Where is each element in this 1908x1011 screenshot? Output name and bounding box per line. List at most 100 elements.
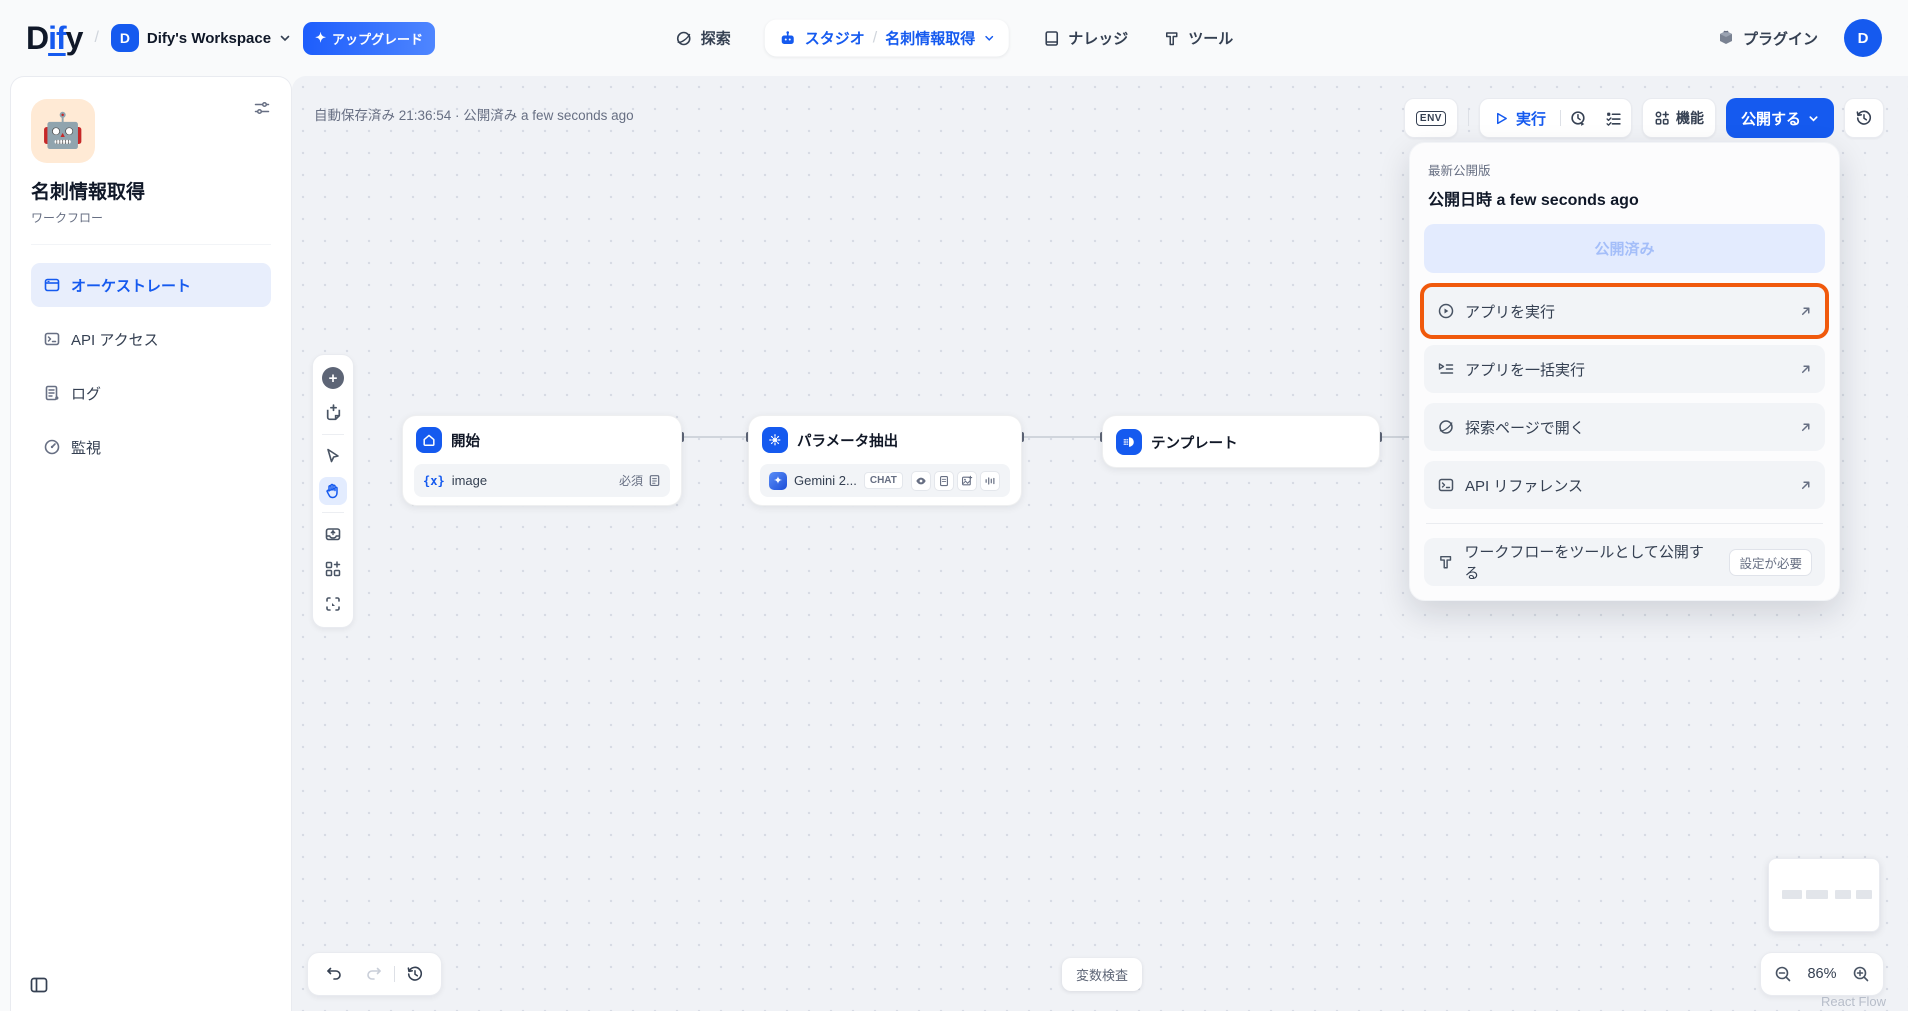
document-icon [934,471,954,491]
zoom-in-button[interactable] [1852,965,1870,983]
terminal-icon [43,330,61,348]
checklist-icon[interactable] [1596,99,1631,137]
file-list-icon [648,474,661,487]
batch-run-icon [1437,360,1455,378]
latest-version-label: 最新公開版 [1424,160,1825,179]
sidebar-item-label: API アクセス [71,329,159,350]
pointer-tool-button[interactable] [319,442,347,470]
external-link-icon [1799,479,1812,492]
node-template[interactable]: テンプレート [1102,415,1380,468]
workspace-selector[interactable]: D Dify's Workspace [111,24,291,52]
app-subtitle: ワークフロー [31,209,271,226]
template-icon [1116,429,1142,455]
nav-explore[interactable]: 探索 [675,28,731,49]
variable-inspect-badge[interactable]: 変数検査 [1062,958,1142,991]
node-parameter-extract[interactable]: パラメータ抽出 ✦ Gemini 2... CHAT [748,415,1022,506]
workspace-avatar: D [111,24,139,52]
book-icon [1042,29,1060,47]
chat-badge: CHAT [864,472,903,489]
user-avatar[interactable]: D [1844,19,1882,57]
dify-logo[interactable]: Dify [26,20,82,57]
sidebar-item-monitoring[interactable]: 監視 [31,425,271,469]
node-start[interactable]: 開始 {x} image 必須 [402,415,682,506]
divider [1468,110,1469,126]
workspace-name: Dify's Workspace [147,30,271,47]
menu-item-open-in-explore[interactable]: 探索ページで開く [1424,403,1825,451]
orchestrate-icon [43,276,61,294]
gemini-model-icon: ✦ [769,472,787,490]
audio-icon [980,471,1000,491]
explore-icon [1437,418,1455,436]
divider [322,512,344,513]
nav-plugins[interactable]: プラグイン [1717,28,1818,49]
external-link-icon [1799,305,1812,318]
menu-item-api-reference[interactable]: API リファレンス [1424,461,1825,509]
app-title: 名刺情報取得 [31,177,271,204]
sidebar-item-label: オーケストレート [71,275,191,296]
config-required-badge: 設定が必要 [1729,549,1812,576]
hand-tool-button[interactable] [319,477,347,505]
published-time: 公開日時 a few seconds ago [1428,186,1821,210]
run-button[interactable]: 実行 [1480,108,1560,129]
sidebar-item-api-access[interactable]: API アクセス [31,317,271,361]
external-link-icon [1799,363,1812,376]
chevron-down-icon [1808,113,1819,124]
nav-tools[interactable]: ツール [1162,28,1233,49]
log-icon [43,384,61,402]
publish-button[interactable]: 公開する [1726,98,1834,138]
upgrade-button[interactable]: ✦ アップグレード [303,22,435,55]
gauge-icon [43,438,61,456]
autosave-status: 自動保存済み 21:36:54 · 公開済み a few seconds ago [314,104,634,124]
zoom-level[interactable]: 86% [1804,966,1840,982]
variable-name: image [452,473,487,488]
nav-studio[interactable]: スタジオ / 名刺情報取得 [765,20,1008,57]
divider [1426,523,1823,524]
change-history-button[interactable] [395,965,435,983]
features-button[interactable]: 機能 [1642,98,1716,138]
env-button[interactable]: ENV [1404,98,1458,138]
collapse-sidebar-icon[interactable] [29,975,49,995]
required-label: 必須 [619,472,643,489]
sidebar-item-orchestrate[interactable]: オーケストレート [31,263,271,307]
add-note-button[interactable] [319,399,347,427]
chevron-down-icon [279,32,291,44]
edge-template-out [1380,436,1409,438]
menu-item-publish-as-tool[interactable]: ワークフローをツールとして公開する 設定が必要 [1424,538,1825,586]
vision-icon [911,471,931,491]
redo-button[interactable] [354,965,394,983]
external-link-icon [1799,421,1812,434]
schedule-icon[interactable] [1561,99,1596,137]
undo-button[interactable] [314,965,354,983]
sidebar-item-label: 監視 [71,437,101,458]
menu-item-run-app[interactable]: アプリを実行 [1424,287,1825,335]
version-history-button[interactable] [1844,98,1884,138]
add-node-button[interactable]: + [319,364,347,392]
image-icon [957,471,977,491]
home-icon [416,427,442,453]
zoom-out-button[interactable] [1774,965,1792,983]
model-row: ✦ Gemini 2... CHAT [760,464,1010,497]
import-dsl-button[interactable] [319,520,347,548]
minimap[interactable] [1768,858,1880,932]
sliders-icon[interactable] [253,99,271,117]
organize-blocks-button[interactable] [319,555,347,583]
node-title: 開始 [451,430,480,451]
play-icon [1494,111,1509,126]
node-toolbar: + [312,354,354,628]
parameter-extract-icon [762,427,788,453]
sidebar-item-label: ログ [71,383,101,404]
nav-knowledge[interactable]: ナレッジ [1042,28,1128,49]
explore-icon [675,29,693,47]
variable-icon: {x} [423,474,445,488]
published-button-disabled: 公開済み [1424,224,1825,273]
fit-view-button[interactable] [319,590,347,618]
divider [322,434,344,435]
edge-start-to-param [682,436,748,438]
menu-item-batch-run-app[interactable]: アプリを一括実行 [1424,345,1825,393]
divider [31,244,271,245]
workflow-canvas[interactable]: 自動保存済み 21:36:54 · 公開済み a few seconds ago… [292,76,1908,1011]
hammer-icon [1162,29,1180,47]
sidebar-item-logs[interactable]: ログ [31,371,271,415]
publish-menu: 最新公開版 公開日時 a few seconds ago 公開済み アプリを実行… [1409,142,1840,601]
sparkle-icon: ✦ [315,30,326,46]
